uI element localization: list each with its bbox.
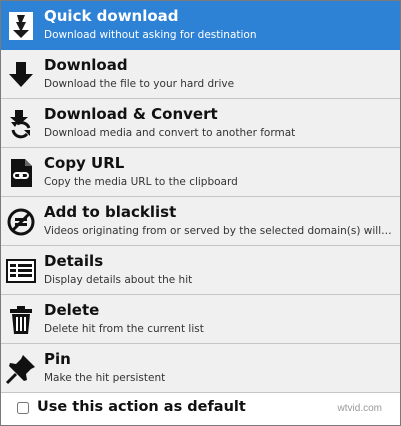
menu-item-description: Delete hit from the current list bbox=[44, 323, 204, 335]
quick-download-icon bbox=[4, 9, 38, 43]
menu-item-description: Download the file to your hard drive bbox=[44, 78, 235, 90]
menu-item-title: Quick download bbox=[44, 7, 179, 25]
download-arrow-icon bbox=[4, 58, 38, 92]
blacklist-icon bbox=[4, 205, 38, 239]
menu-item-description: Videos originating from or served by the… bbox=[44, 225, 394, 237]
action-menu: Quick download Download without asking f… bbox=[0, 0, 401, 426]
menu-item-description: Download media and convert to another fo… bbox=[44, 127, 296, 139]
copy-url-icon bbox=[4, 156, 38, 190]
menu-item-quick-download[interactable]: Quick download Download without asking f… bbox=[1, 1, 400, 50]
menu-item-add-to-blacklist[interactable]: Add to blacklist Videos originating from… bbox=[1, 197, 400, 246]
menu-item-pin[interactable]: Pin Make the hit persistent bbox=[1, 344, 400, 393]
pin-icon bbox=[4, 352, 38, 386]
menu-item-title: Add to blacklist bbox=[44, 203, 177, 221]
use-as-default-label[interactable]: Use this action as default bbox=[37, 399, 246, 415]
menu-item-title: Delete bbox=[44, 301, 100, 319]
trash-icon bbox=[4, 303, 38, 337]
details-icon bbox=[4, 254, 38, 288]
menu-item-description: Display details about the hit bbox=[44, 274, 193, 286]
menu-item-title: Download & Convert bbox=[44, 105, 218, 123]
menu-item-description: Download without asking for destination bbox=[44, 29, 257, 41]
menu-item-title: Details bbox=[44, 252, 104, 270]
menu-item-delete[interactable]: Delete Delete hit from the current list bbox=[1, 295, 400, 344]
menu-item-description: Make the hit persistent bbox=[44, 372, 166, 384]
menu-item-title: Copy URL bbox=[44, 154, 125, 172]
menu-item-download-convert[interactable]: Download & Convert Download media and co… bbox=[1, 99, 400, 148]
menu-item-copy-url[interactable]: Copy URL Copy the media URL to the clipb… bbox=[1, 148, 400, 197]
default-action-row: Use this action as default wtvid.com bbox=[1, 393, 400, 425]
menu-item-details[interactable]: Details Display details about the hit bbox=[1, 246, 400, 295]
watermark: wtvid.com bbox=[337, 403, 382, 414]
download-convert-icon bbox=[4, 107, 38, 141]
use-as-default-checkbox[interactable] bbox=[17, 402, 29, 414]
menu-item-title: Pin bbox=[44, 350, 71, 368]
menu-item-title: Download bbox=[44, 56, 128, 74]
menu-item-download[interactable]: Download Download the file to your hard … bbox=[1, 50, 400, 99]
menu-item-description: Copy the media URL to the clipboard bbox=[44, 176, 238, 188]
